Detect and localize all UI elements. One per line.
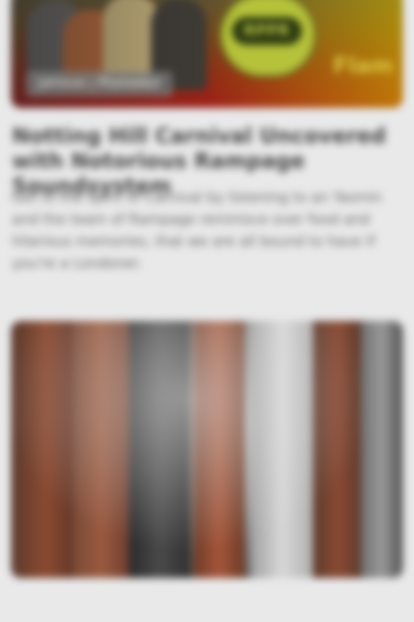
article-summary: Get to the spirit of Carnival by listeni…: [12, 190, 382, 272]
brand-text: Flam: [333, 54, 394, 79]
logo-text: RPPR: [232, 17, 302, 45]
soundsystem-logo: RPPR: [219, 0, 317, 78]
article-card-image[interactable]: [11, 321, 403, 578]
article-card-hero-image[interactable]: RPPR Jahlove | Promoted Flam: [11, 0, 403, 108]
forest-mist: [11, 321, 403, 578]
promo-tag: Jahlove | Promoted: [27, 72, 172, 96]
feed: RPPR Jahlove | Promoted Flam Notting Hil…: [0, 0, 414, 622]
